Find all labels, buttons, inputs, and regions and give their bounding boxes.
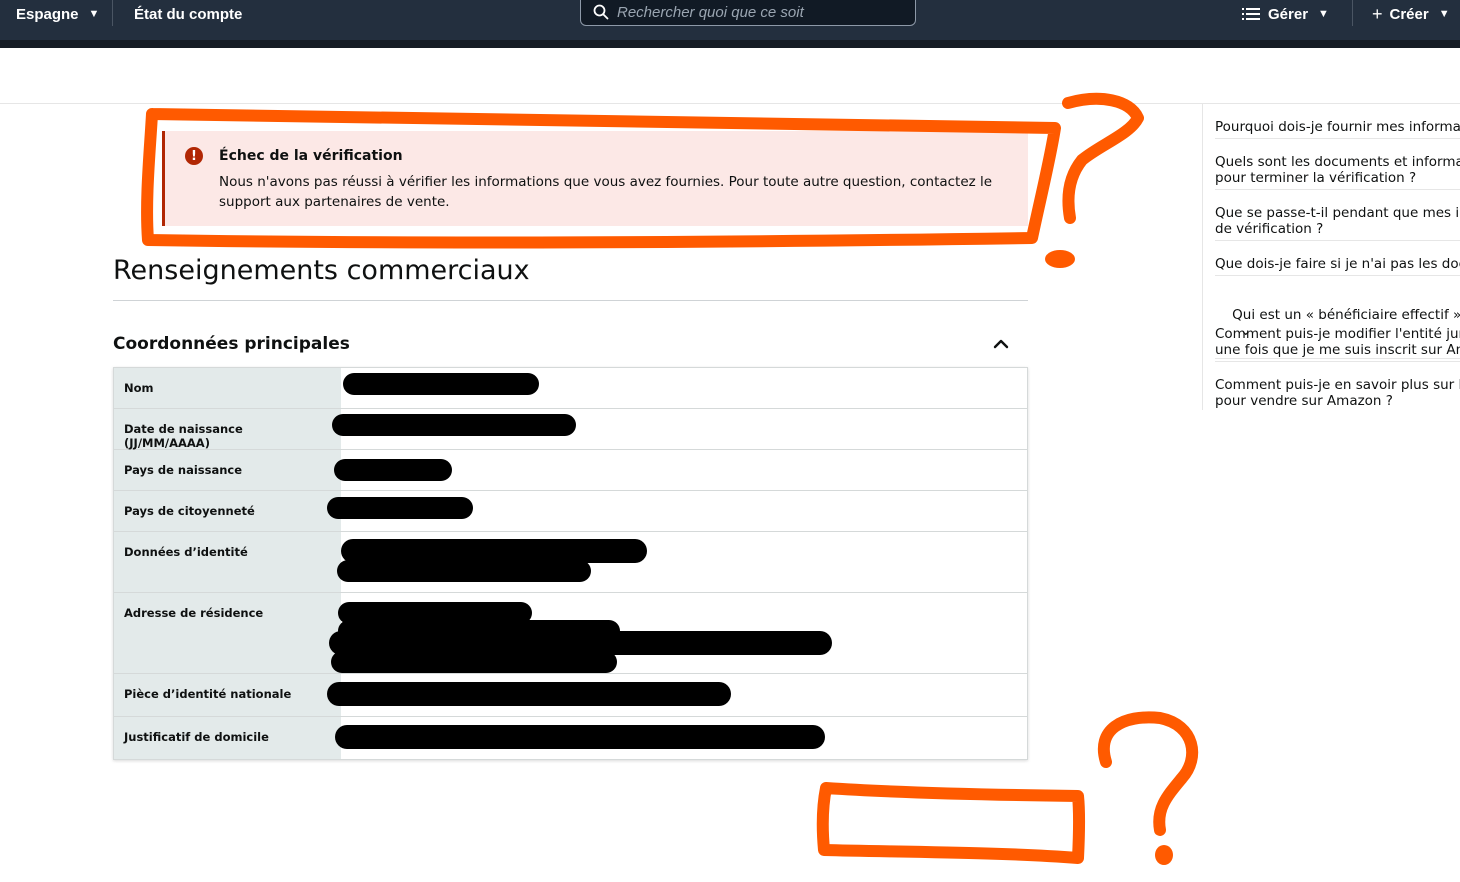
search-icon <box>593 4 609 20</box>
redaction-mark <box>327 682 731 706</box>
search-input[interactable] <box>617 3 897 21</box>
row-label: Justificatif de domicile <box>114 717 341 759</box>
redaction-mark <box>335 725 825 749</box>
title-divider <box>113 300 1028 301</box>
redaction-mark <box>337 560 591 582</box>
help-panel: Pourquoi dois-je fournir mes informati Q… <box>1202 104 1460 410</box>
redaction-mark <box>332 414 576 436</box>
question-mark-annotation <box>1097 711 1199 836</box>
create-label: Créer <box>1389 5 1429 23</box>
redacted-value <box>327 674 1027 716</box>
list-icon <box>1242 8 1260 20</box>
create-menu[interactable]: + Créer ▼ <box>1372 0 1450 28</box>
alert-title: Échec de la vérification <box>219 148 403 164</box>
caret-down-icon: ▼ <box>1438 8 1450 20</box>
manage-label: Gérer <box>1268 5 1309 23</box>
question-mark-dot <box>1045 250 1075 268</box>
help-link[interactable]: Que dois-je faire si je n'ai pas les doc… <box>1215 256 1460 276</box>
help-link[interactable]: Quels sont les documents et informati po… <box>1215 154 1460 190</box>
row-label: Pays de naissance <box>114 450 341 490</box>
primary-contact-table: Nom Date de naissance (JJ/MM/AAAA) Pays … <box>113 367 1028 760</box>
row-label: Nom <box>114 368 341 408</box>
help-link[interactable]: Pourquoi dois-je fournir mes informati <box>1215 119 1460 139</box>
table-row: Pays de naissance <box>114 449 1027 490</box>
help-link-label: Qui est un « bénéficiaire effectif » ? <box>1232 307 1460 323</box>
account-status-label: État du compte <box>134 5 243 23</box>
search-box <box>580 0 916 26</box>
question-mark-annotation <box>1062 92 1144 224</box>
manage-menu[interactable]: Gérer ▼ <box>1242 0 1329 28</box>
help-link[interactable]: Comment puis-je en savoir plus sur les p… <box>1215 377 1460 410</box>
row-label: Adresse de résidence <box>114 593 341 673</box>
table-row: Pays de citoyenneté <box>114 490 1027 531</box>
row-label: Pièce d’identité nationale <box>114 674 341 716</box>
account-status-link[interactable]: État du compte <box>134 0 242 28</box>
nav-divider <box>1352 0 1353 26</box>
plus-icon: + <box>1372 3 1383 24</box>
redaction-mark <box>327 497 473 519</box>
caret-down-icon: ▼ <box>88 8 100 20</box>
row-label: Données d’identité <box>114 532 341 592</box>
redacted-value <box>327 491 1027 531</box>
table-row: Nom <box>114 368 1027 408</box>
help-link[interactable]: Comment puis-je modifier l'entité juric … <box>1215 326 1460 362</box>
verification-failed-alert: ! Échec de la vérification Nous n'avons … <box>162 131 1028 226</box>
redaction-mark <box>334 459 452 481</box>
redacted-value <box>341 368 1027 408</box>
chevron-up-icon[interactable] <box>990 333 1012 355</box>
region-label: Espagne <box>16 5 79 23</box>
redacted-value <box>337 532 1027 592</box>
table-row: Adresse de résidence <box>114 592 1027 673</box>
region-selector[interactable]: Espagne ▼ <box>16 0 99 28</box>
caret-down-icon: ▼ <box>1318 8 1329 20</box>
error-icon: ! <box>185 147 203 165</box>
top-nav: Espagne ▼ État du compte Gérer ▼ + Créer… <box>0 0 1460 48</box>
redacted-value <box>334 450 1027 490</box>
table-row: Justificatif de domicile <box>114 716 1027 759</box>
page-title: Renseignements commerciaux <box>113 255 530 286</box>
annotation-empty-box <box>816 782 1086 864</box>
redaction-mark <box>331 651 617 673</box>
row-label: Date de naissance (JJ/MM/AAAA) <box>114 409 341 450</box>
table-row: Date de naissance (JJ/MM/AAAA) <box>114 408 1027 450</box>
redacted-value <box>335 717 1027 759</box>
section-title: Coordonnées principales <box>113 334 350 354</box>
alert-message: Nous n'avons pas réussi à vérifier les i… <box>219 174 993 210</box>
help-link[interactable]: Que se passe-t-il pendant que mes info d… <box>1215 205 1460 241</box>
table-row: Pièce d’identité nationale <box>114 673 1027 716</box>
question-mark-dot <box>1155 845 1173 865</box>
table-row: Données d’identité <box>114 531 1027 592</box>
nav-divider <box>112 0 113 26</box>
redacted-value <box>332 409 1027 449</box>
redaction-mark <box>343 373 539 395</box>
redacted-value <box>329 593 1027 673</box>
row-label: Pays de citoyenneté <box>114 491 341 531</box>
